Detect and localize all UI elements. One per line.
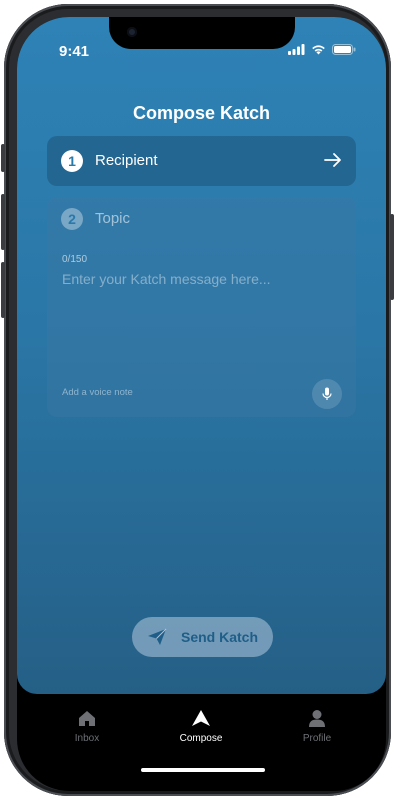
send-katch-button[interactable]: Send Katch (132, 617, 273, 657)
tab-compose-label: Compose (179, 733, 223, 744)
page-title: Compose Katch (132, 103, 271, 123)
tab-bar: Inbox Compose Profile (17, 707, 386, 757)
topic-message-card: 2 Topic 0/150 Add a voice note (47, 197, 356, 417)
tab-profile[interactable]: Profile (277, 707, 357, 744)
volume-up-button (1, 194, 5, 250)
home-icon (79, 710, 95, 726)
compose-screen: 9:41 Compose Katch 1 Recipient 2 Topic 0… (17, 17, 386, 694)
send-button-label: Send Katch (180, 629, 258, 645)
tab-compose[interactable]: Compose (161, 707, 241, 744)
step-number-2: 2 (61, 208, 83, 230)
phone-frame: 9:41 Compose Katch 1 Recipient 2 Topic 0… (1, 4, 394, 796)
step-number-1: 1 (61, 150, 83, 172)
tab-profile-label: Profile (302, 733, 332, 744)
voice-note-label: Add a voice note (62, 387, 133, 398)
recipient-row[interactable]: 1 Recipient (47, 136, 356, 186)
mute-switch (1, 144, 5, 172)
topic-field[interactable]: Topic (95, 210, 130, 227)
battery-icon (332, 44, 356, 55)
volume-down-button (1, 262, 5, 318)
arrow-right-icon[interactable] (324, 152, 342, 168)
tab-inbox[interactable]: Inbox (47, 707, 127, 744)
camera-icon (127, 27, 137, 37)
microphone-icon (322, 387, 332, 400)
person-icon (309, 709, 325, 727)
recipient-label: Recipient (95, 152, 158, 169)
wifi-icon (312, 45, 325, 55)
screen: 9:41 Compose Katch 1 Recipient 2 Topic 0… (17, 17, 386, 791)
voice-note-button[interactable] (312, 379, 342, 409)
compose-icon (192, 710, 210, 726)
status-time: 9:41 (59, 43, 90, 60)
status-icons (288, 44, 356, 55)
character-counter: 0/150 (62, 254, 88, 265)
tab-inbox-label: Inbox (74, 733, 100, 744)
home-indicator[interactable] (141, 768, 265, 772)
power-button (390, 214, 394, 300)
message-input[interactable] (62, 271, 342, 287)
send-icon (147, 628, 167, 645)
notch (109, 17, 295, 49)
signal-icon (288, 44, 305, 55)
